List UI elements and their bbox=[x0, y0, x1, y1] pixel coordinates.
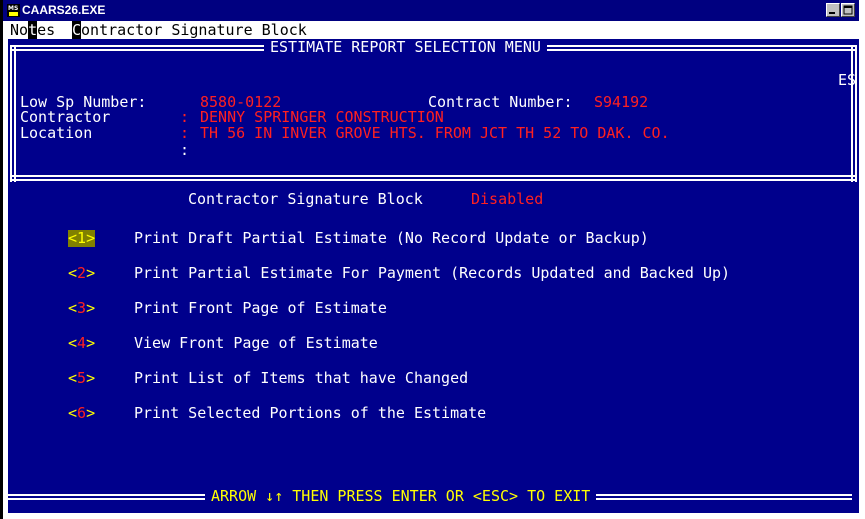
window-title: CAARS26.EXE bbox=[22, 3, 106, 17]
maximize-icon bbox=[843, 5, 853, 15]
dos-screen: ESTIMATE REPORT SELECTION MENU ES Low Sp… bbox=[4, 39, 859, 513]
ms-dos-icon: MS bbox=[7, 4, 20, 17]
screen-heading: ESTIMATE REPORT SELECTION MENU bbox=[264, 39, 547, 56]
menu-notes[interactable]: Notes bbox=[10, 21, 55, 39]
svg-text:MS: MS bbox=[8, 5, 18, 12]
option-3-label[interactable]: Print Front Page of Estimate bbox=[134, 300, 387, 317]
option-2-label[interactable]: Print Partial Estimate For Payment (Reco… bbox=[134, 265, 730, 282]
middle-border bbox=[10, 175, 855, 181]
menu-contractor-signature-block[interactable]: Contractor Signature Block bbox=[72, 21, 307, 39]
right-border bbox=[851, 45, 857, 182]
maximize-button[interactable] bbox=[841, 3, 855, 17]
option-2-key[interactable]: <2> bbox=[68, 265, 95, 282]
option-3-key[interactable]: <3> bbox=[68, 300, 95, 317]
window-left-border bbox=[0, 0, 3, 519]
minimize-button[interactable] bbox=[826, 3, 840, 17]
signature-label: Contractor Signature Block bbox=[188, 190, 423, 208]
option-6-key[interactable]: <6> bbox=[68, 405, 95, 422]
location-value: TH 56 IN INVER GROVE HTS. FROM JCT TH 52… bbox=[200, 124, 670, 142]
left-border bbox=[10, 45, 16, 182]
option-5-label[interactable]: Print List of Items that have Changed bbox=[134, 370, 468, 387]
location-colon: : bbox=[180, 124, 190, 142]
menu-bar: Notes Contractor Signature Block bbox=[8, 21, 859, 39]
option-1-key[interactable]: <1> bbox=[68, 230, 96, 247]
location-colon-2: : bbox=[180, 141, 190, 159]
contract-label: Contract Number: bbox=[428, 93, 573, 111]
option-4-label[interactable]: View Front Page of Estimate bbox=[134, 335, 378, 352]
screen-code: ES bbox=[838, 71, 857, 89]
location-label: Location bbox=[20, 124, 93, 142]
option-6-label[interactable]: Print Selected Portions of the Estimate bbox=[134, 405, 486, 422]
screen-footer: ARROW ↓↑ THEN PRESS ENTER OR <ESC> TO EX… bbox=[205, 488, 597, 505]
minimize-icon bbox=[829, 12, 835, 14]
option-5-key[interactable]: <5> bbox=[68, 370, 95, 387]
contract-value: S94192 bbox=[594, 93, 649, 111]
signature-status: Disabled bbox=[471, 190, 544, 208]
option-1-label[interactable]: Print Draft Partial Estimate (No Record … bbox=[134, 230, 649, 247]
window-titlebar[interactable]: MS CAARS26.EXE bbox=[3, 0, 859, 21]
option-4-key[interactable]: <4> bbox=[68, 335, 95, 352]
